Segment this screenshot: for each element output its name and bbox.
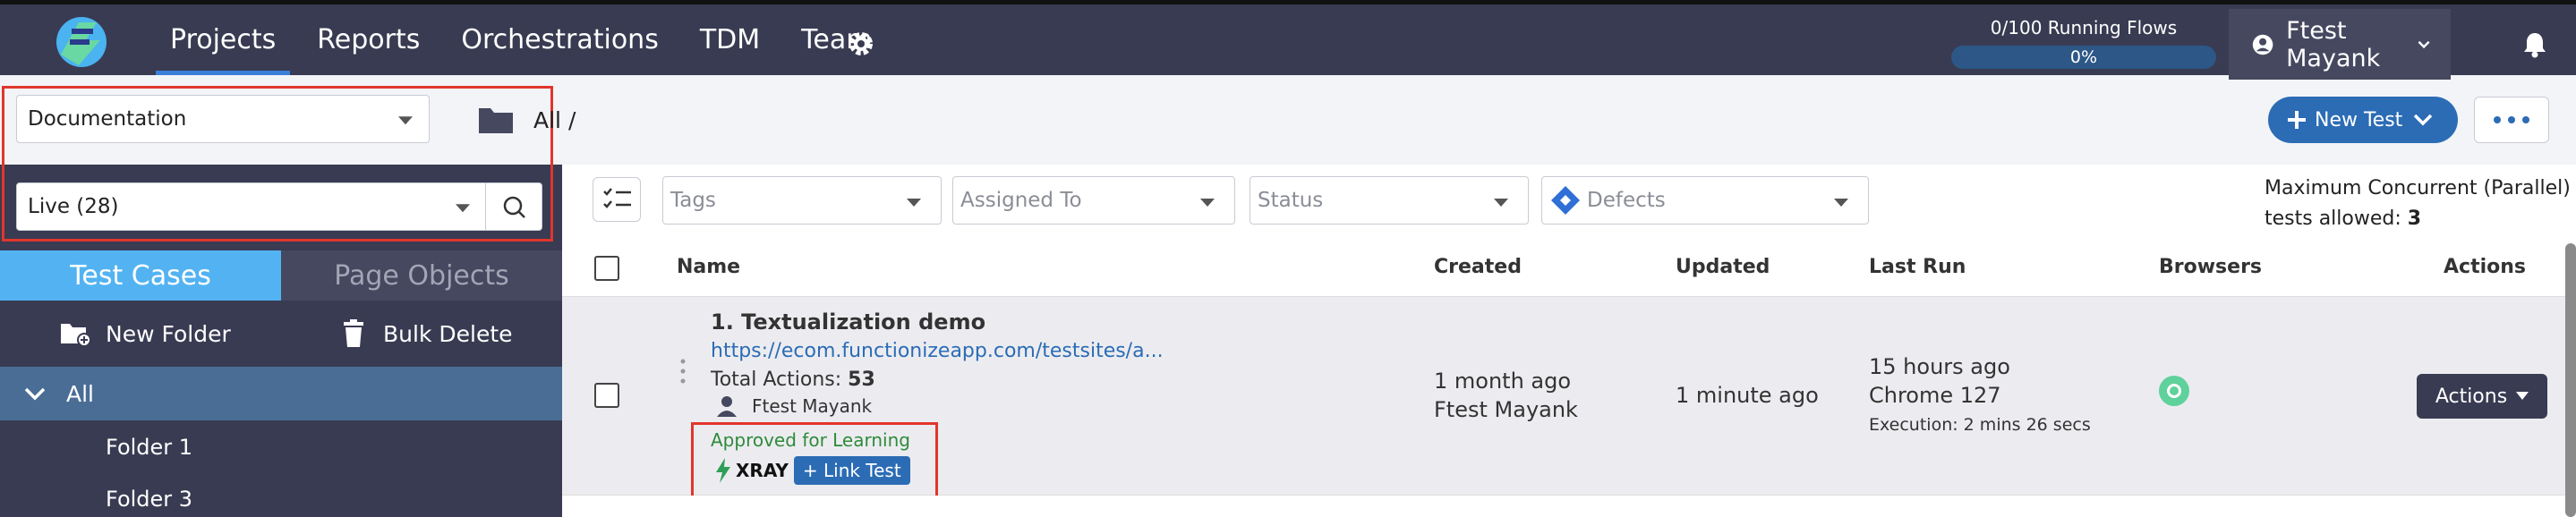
max-concurrent-value: 3 [2407,208,2422,230]
max-concurrent-info: Maximum Concurrent (Parallel) tests allo… [2265,174,2571,234]
new-folder-label: New Folder [106,320,231,347]
created-by: Ftest Mayank [1434,397,1578,422]
defects-filter[interactable]: Defects [1541,176,1869,225]
caret-down-icon [2516,392,2529,400]
caret-down-icon [1200,199,1215,207]
sidebar-item-folder-1[interactable]: Folder 1 [106,435,192,460]
total-actions-label: Total Actions: [711,369,842,391]
status-filter[interactable]: Status [1250,176,1529,225]
user-avatar-icon [2252,34,2273,55]
last-run-browser: Chrome 127 [1869,383,2001,408]
nav-orchestrations[interactable]: Orchestrations [461,4,658,75]
new-test-button[interactable]: New Test [2268,97,2458,143]
column-name[interactable]: Name [677,256,740,278]
table-row[interactable] [562,496,2576,517]
dot-icon [2522,116,2529,123]
bulk-delete-label: Bulk Delete [383,320,513,347]
row-checkbox[interactable] [594,383,619,408]
table-scrollbar[interactable] [2565,243,2576,517]
total-actions: Total Actions: 53 [711,369,875,391]
updated-ago: 1 minute ago [1676,383,1819,408]
tab-test-cases[interactable]: Test Cases [0,250,281,301]
row-actions-button[interactable]: Actions [2417,374,2547,419]
column-created[interactable]: Created [1434,256,1522,278]
sidebar-item-all-label: All [66,380,94,407]
column-actions: Actions [2444,256,2526,278]
caret-down-icon [1494,199,1508,207]
row-actions-label: Actions [2435,385,2508,408]
max-concurrent-line1: Maximum Concurrent (Parallel) [2265,177,2571,199]
breadcrumb: All / [478,106,576,134]
nav-tdm[interactable]: TDM [700,4,760,75]
dot-icon [2508,116,2515,123]
status-filter-label: Status [1258,189,1324,212]
new-folder-button[interactable]: New Folder [59,320,231,347]
test-url[interactable]: https://ecom.functionizeapp.com/testsite… [711,340,1164,362]
tab-page-objects[interactable]: Page Objects [281,250,562,301]
assigned-to-filter[interactable]: Assigned To [952,176,1235,225]
highlight-box-filters [2,86,553,242]
sidebar-toolbar: New Folder Bulk Delete [0,301,562,367]
sidebar-item-all[interactable]: All [0,367,562,420]
dot-icon [2494,116,2501,123]
running-flows: 0/100 Running Flows 0% [1949,17,2218,69]
main-nav: Projects Reports Orchestrations TDM Team [155,4,913,75]
max-concurrent-line2: tests allowed: 3 [2265,204,2571,234]
top-nav-bar: Projects Reports Orchestrations TDM Team… [0,0,2576,80]
created-ago: 1 month ago [1434,369,1572,394]
bulk-delete-button[interactable]: Bulk Delete [342,319,513,348]
nav-projects[interactable]: Projects [155,4,291,75]
chevron-down-icon [2414,114,2433,126]
running-flows-label: 0/100 Running Flows [1990,17,2178,38]
tags-filter-label: Tags [670,189,716,212]
highlight-box-approval [691,422,938,499]
user-name: Ftest Mayank [2286,16,2381,72]
tags-filter[interactable]: Tags [662,176,942,225]
user-menu[interactable]: Ftest Mayank [2229,9,2451,80]
column-last-run[interactable]: Last Run [1869,256,1966,278]
drag-handle-icon[interactable] [678,358,687,385]
sidebar-item-folder-3[interactable]: Folder 3 [106,487,192,512]
gear-icon[interactable] [847,30,875,58]
chrome-icon [2159,376,2189,406]
test-owner-name: Ftest Mayank [752,395,873,417]
caret-down-icon [1834,199,1848,207]
column-browsers: Browsers [2159,256,2263,278]
caret-down-icon [907,199,921,207]
select-all-checkbox[interactable] [594,256,619,281]
folder-plus-icon [61,324,91,347]
table-header: Name Created Updated Last Run Browsers A… [562,240,2576,297]
new-test-label: New Test [2315,108,2403,131]
more-options-button[interactable] [2474,97,2549,143]
chevron-down-icon [24,387,46,401]
execution-time: Execution: 2 mins 26 secs [1869,415,2091,435]
functionize-logo-icon[interactable] [52,15,111,69]
bell-icon[interactable] [2522,31,2547,58]
max-concurrent-prefix: tests allowed: [2265,208,2401,230]
plus-icon [2288,111,2306,129]
checklist-icon [603,188,631,208]
breadcrumb-path[interactable]: All / [533,107,576,133]
total-actions-count: 53 [848,369,875,391]
chevron-down-icon [2418,40,2430,48]
trash-icon [344,319,363,347]
assigned-to-filter-label: Assigned To [960,189,1082,212]
column-updated[interactable]: Updated [1676,256,1770,278]
jira-diamond-icon [1551,186,1580,215]
last-run-ago: 15 hours ago [1869,354,2010,379]
defects-filter-label: Defects [1587,189,1666,212]
folder-icon [479,108,513,133]
running-flows-progress: 0% [1951,46,2216,69]
test-owner: Ftest Mayank [716,395,872,417]
nav-reports[interactable]: Reports [317,4,420,75]
user-icon [717,396,737,417]
test-title[interactable]: 1. Textualization demo [711,309,985,335]
sidebar-tabs: Test Cases Page Objects [0,250,562,301]
select-mode-button[interactable] [593,177,641,222]
